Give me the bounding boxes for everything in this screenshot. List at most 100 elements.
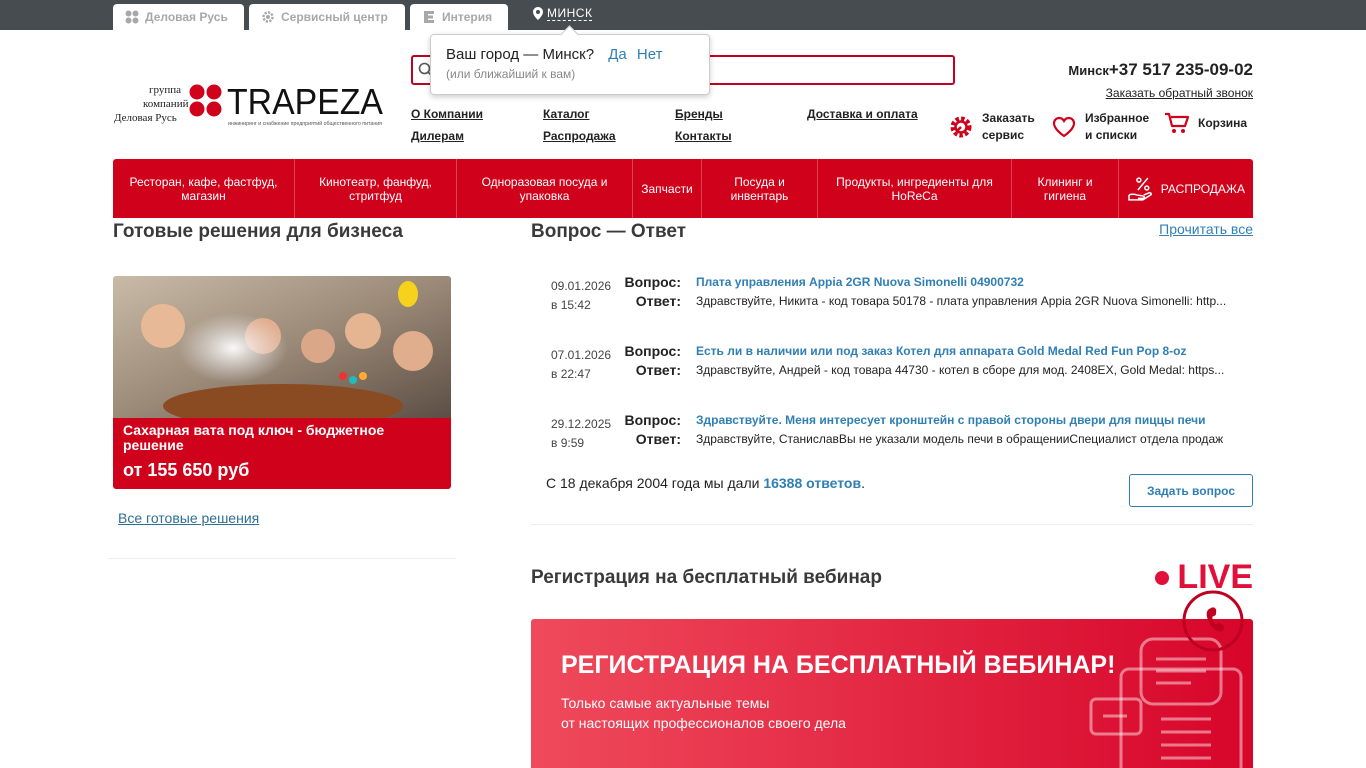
banner-sub-line1: Только самые актуальные темы <box>561 695 770 711</box>
stats-count[interactable]: 16388 ответов <box>763 475 861 491</box>
logo-tagline: инжиниринг и снабжение предприятий общес… <box>228 120 382 127</box>
city-yes-link[interactable]: Да <box>608 46 627 63</box>
faq-answer: Здравствуйте, Никита - код товара 50178 … <box>696 294 1227 308</box>
promo-card[interactable]: Сахарная вата под ключ - бюджетное решен… <box>113 276 451 489</box>
service-label-2: сервис <box>982 128 1025 142</box>
menu-item-cleaning[interactable]: Клининг и гигиена <box>1012 159 1119 218</box>
ask-question-button[interactable]: Задать вопрос <box>1129 474 1253 507</box>
stats-suffix: . <box>861 475 865 491</box>
logo-group-line1: группа <box>149 84 181 96</box>
faq-date: 09.01.2026 в 15:42 <box>551 277 611 315</box>
tab-label: Сервисный центр <box>281 10 388 24</box>
grid-icon <box>125 10 139 24</box>
faq-a-label: Ответ: <box>635 362 681 378</box>
tab-delovaya-rus[interactable]: Деловая Русь <box>113 4 244 30</box>
faq-item: 09.01.2026 в 15:42 Вопрос: Ответ: Плата уп… <box>551 274 1253 317</box>
fav-label-1: Избранное <box>1085 111 1150 125</box>
callback-link[interactable]: Заказать обратный звонок <box>1106 86 1253 100</box>
heart-icon <box>1052 116 1076 138</box>
nav-brands[interactable]: Бренды <box>675 107 723 121</box>
faq-item: 07.01.2026 в 22:47 Вопрос: Ответ: Есть ли … <box>551 343 1253 386</box>
faq-date-day: 29.12.2025 <box>551 417 612 431</box>
phone-number[interactable]: +37 517 235-09-02 <box>1109 60 1253 79</box>
order-service-button[interactable]: Заказать сервис <box>948 110 1035 144</box>
logo-group-line3: Деловая Русь <box>114 112 177 124</box>
menu-item-cinema[interactable]: Кинотеатр, фанфуд, стритфуд <box>295 159 457 218</box>
cart-button[interactable]: Корзина <box>1164 110 1247 136</box>
faq-answer: Здравствуйте, СтаниславВы не указали мод… <box>696 432 1224 446</box>
cart-icon <box>1165 112 1190 133</box>
faq-a-label: Ответ: <box>635 431 681 447</box>
promo-image <box>113 276 451 418</box>
webinar-heading: Регистрация на бесплатный вебинар <box>531 567 882 588</box>
city-no-link[interactable]: Нет <box>637 46 663 63</box>
faq-q-label: Вопрос: <box>624 274 682 290</box>
phone-city: Минск <box>1068 63 1109 78</box>
phone-call-icon[interactable] <box>1182 590 1244 652</box>
faq-q-label: Вопрос: <box>624 412 682 428</box>
faq-date: 29.12.2025 в 9:59 <box>551 415 611 453</box>
logo-graphic: группа компаний Деловая Русь TRAPEZA инж… <box>114 81 383 127</box>
faq-item: 29.12.2025 в 9:59 Вопрос: Ответ: Здравству… <box>551 412 1253 455</box>
live-dot-icon <box>1155 570 1170 585</box>
menu-item-disposable[interactable]: Одноразовая посуда и упаковка <box>457 159 633 218</box>
banner-subtitle: Только самые актуальные темы от настоящи… <box>561 693 846 733</box>
tab-interia[interactable]: Интерия <box>410 4 508 30</box>
service-gear-icon <box>950 116 972 138</box>
faq-question-link[interactable]: Здравствуйте. Меня интересует кронштейн … <box>696 413 1206 427</box>
city-note: (или ближайший к вам) <box>446 67 576 81</box>
faq-date-day: 09.01.2026 <box>551 279 612 293</box>
faq-date-time: в 9:59 <box>551 436 585 450</box>
menu-item-tableware[interactable]: Посуда и инвентарь <box>702 159 818 218</box>
promo-caption: Сахарная вата под ключ - бюджетное решен… <box>113 418 451 489</box>
faq-labels: Вопрос: Ответ: <box>611 411 682 449</box>
menu-item-parts[interactable]: Запчасти <box>633 159 702 218</box>
top-bar: Деловая Русь Сервисный центр Интерия МИН… <box>0 0 1366 30</box>
nav-contacts[interactable]: Контакты <box>675 129 732 143</box>
nav-about[interactable]: О Компании <box>411 107 483 121</box>
nav-delivery[interactable]: Доставка и оплата <box>807 107 918 121</box>
service-label-1: Заказать <box>982 111 1035 125</box>
faq-labels: Вопрос: Ответ: <box>611 273 682 311</box>
faq-answer: Здравствуйте, Андрей - код товара 44730 … <box>696 363 1225 377</box>
tab-label: Интерия <box>442 10 493 24</box>
menu-item-products[interactable]: Продукты, ингредиенты для HoReCa <box>818 159 1012 218</box>
faq-date-day: 07.01.2026 <box>551 348 612 362</box>
city-question: Ваш город — Минск? <box>446 46 595 63</box>
logo[interactable]: группа компаний Деловая Русь TRAPEZA инж… <box>113 80 385 128</box>
webinar-banner[interactable]: РЕГИСТРАЦИЯ НА БЕСПЛАТНЫЙ ВЕБИНАР! Тольк… <box>531 619 1253 768</box>
faq-a-label: Ответ: <box>635 293 681 309</box>
sale-hand-icon <box>1128 176 1152 201</box>
sale-label: РАСПРОДАЖА <box>1160 181 1245 196</box>
banner-title: РЕГИСТРАЦИЯ НА БЕСПЛАТНЫЙ ВЕБИНАР! <box>561 651 1116 679</box>
phone-block: Минск+37 517 235-09-02 <box>1068 60 1253 80</box>
tab-label: Деловая Русь <box>145 10 228 24</box>
faq-question-link[interactable]: Плата управления Appia 2GR Nuova Simonel… <box>696 275 1024 289</box>
city-name: МИНСК <box>547 6 593 21</box>
stats-prefix: С 18 декабря 2004 года мы дали <box>546 475 760 491</box>
promo-title: Сахарная вата под ключ - бюджетное решен… <box>123 422 385 453</box>
faq-stats: С 18 декабря 2004 года мы дали 16388 отв… <box>546 475 865 491</box>
menu-item-sale[interactable]: РАСПРОДАЖА <box>1119 159 1253 218</box>
logo-brand: TRAPEZA <box>227 81 383 122</box>
faq-heading: Вопрос — Ответ <box>531 221 687 242</box>
nav-dealers[interactable]: Дилерам <box>411 129 464 143</box>
nav-sale[interactable]: Распродажа <box>543 129 616 143</box>
menu-item-restaurant[interactable]: Ресторан, кафе, фастфуд, магазин <box>113 159 295 218</box>
cart-label: Корзина <box>1198 115 1248 130</box>
all-solutions-link[interactable]: Все готовые решения <box>118 510 259 526</box>
city-confirm-popup: Ваш город — Минск? Да Нет (или ближайший… <box>430 34 710 95</box>
nav-catalog[interactable]: Каталог <box>543 107 590 121</box>
promo-price: от 155 650 руб <box>123 460 250 480</box>
faq-date-time: в 22:47 <box>551 367 591 381</box>
faq-question-link[interactable]: Есть ли в наличии или под заказ Котел дл… <box>696 344 1186 358</box>
favorites-button[interactable]: Избранное и списки <box>1051 110 1149 144</box>
banner-sub-line2: от настоящих профессионалов своего дела <box>561 715 846 731</box>
solutions-heading: Готовые решения для бизнеса <box>113 221 403 242</box>
divider <box>531 524 1253 525</box>
read-all-link[interactable]: Прочитать все <box>1159 221 1253 237</box>
interia-icon <box>424 11 434 23</box>
category-menu: Ресторан, кафе, фастфуд, магазин Кинотеа… <box>113 159 1253 218</box>
city-selector[interactable]: МИНСК <box>533 6 593 21</box>
tab-service-center[interactable]: Сервисный центр <box>249 4 405 30</box>
